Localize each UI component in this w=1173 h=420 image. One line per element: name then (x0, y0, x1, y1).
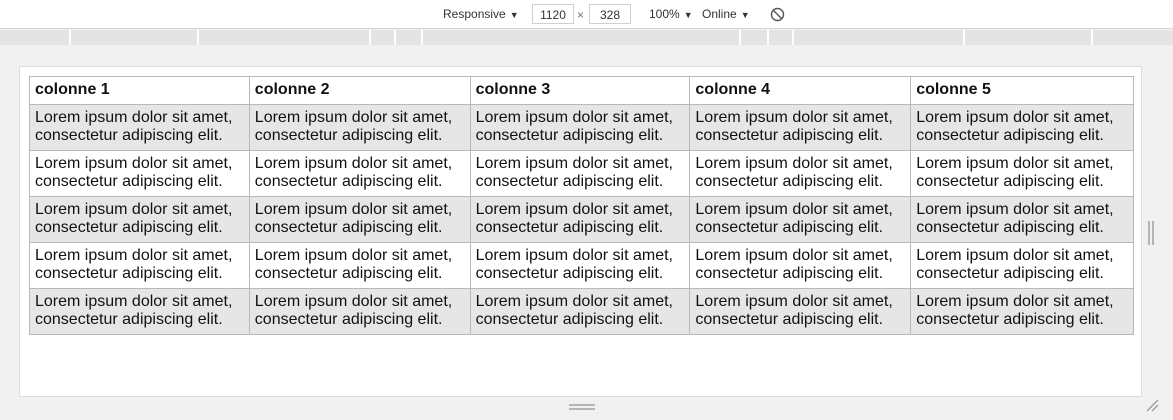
device-label: Responsive (443, 7, 506, 21)
table-cell: Lorem ipsum dolor sit amet, consectetur … (248, 196, 471, 243)
media-query-divider (69, 30, 71, 45)
table-cell: Lorem ipsum dolor sit amet, consectetur … (469, 150, 691, 197)
table-cell: Lorem ipsum dolor sit amet, consectetur … (29, 150, 250, 197)
table-row: Lorem ipsum dolor sit amet, consectetur … (29, 150, 1134, 197)
width-input[interactable]: 1120 (532, 4, 574, 24)
table-cell: Lorem ipsum dolor sit amet, consectetur … (469, 104, 691, 151)
table-cell: Lorem ipsum dolor sit amet, consectetur … (469, 242, 691, 289)
table-cell: Lorem ipsum dolor sit amet, consectetur … (29, 104, 250, 151)
table-cell: Lorem ipsum dolor sit amet, consectetur … (689, 104, 912, 151)
chevron-down-icon: ▼ (740, 10, 750, 20)
table-cell: Lorem ipsum dolor sit amet, consectetur … (689, 196, 912, 243)
media-query-divider (394, 30, 396, 45)
corner-resize-icon[interactable] (1145, 398, 1159, 412)
media-query-divider (197, 30, 199, 45)
table-cell: Lorem ipsum dolor sit amet, consectetur … (29, 196, 250, 243)
table-row: Lorem ipsum dolor sit amet, consectetur … (29, 242, 1134, 289)
media-query-divider (739, 30, 741, 45)
media-query-divider (369, 30, 371, 45)
times-separator: × (577, 8, 585, 22)
table-row: Lorem ipsum dolor sit amet, consectetur … (29, 288, 1134, 335)
rotate-icon[interactable] (770, 7, 785, 22)
media-query-divider (792, 30, 794, 45)
table-row: Lorem ipsum dolor sit amet, consectetur … (29, 196, 1134, 243)
chevron-down-icon: ▼ (683, 10, 693, 20)
table-cell: Lorem ipsum dolor sit amet, consectetur … (910, 242, 1134, 289)
chevron-down-icon: ▼ (509, 10, 519, 20)
resize-handle-icon[interactable] (1148, 221, 1154, 245)
table-cell: Lorem ipsum dolor sit amet, consectetur … (469, 196, 691, 243)
media-query-divider (421, 30, 423, 45)
zoom-select[interactable]: 100% ▼ (649, 0, 693, 29)
table-cell: Lorem ipsum dolor sit amet, consectetur … (910, 150, 1134, 197)
table-cell: Lorem ipsum dolor sit amet, consectetur … (248, 288, 471, 335)
table-cell: Lorem ipsum dolor sit amet, consectetur … (689, 150, 912, 197)
table-cell: Lorem ipsum dolor sit amet, consectetur … (248, 104, 471, 151)
media-query-divider (767, 30, 769, 45)
zoom-label: 100% (649, 7, 680, 21)
table-cell: Lorem ipsum dolor sit amet, consectetur … (910, 104, 1134, 151)
table-cell: Lorem ipsum dolor sit amet, consectetur … (29, 288, 250, 335)
table-cell: Lorem ipsum dolor sit amet, consectetur … (689, 242, 912, 289)
table-cell: Lorem ipsum dolor sit amet, consectetur … (910, 196, 1134, 243)
media-query-bar[interactable] (0, 30, 1173, 45)
resize-handle-icon[interactable] (569, 404, 595, 410)
table-cell: Lorem ipsum dolor sit amet, consectetur … (248, 242, 471, 289)
column-header: colonne 4 (689, 76, 912, 105)
column-header: colonne 5 (910, 76, 1134, 105)
media-query-divider (963, 30, 965, 45)
table-cell: Lorem ipsum dolor sit amet, consectetur … (910, 288, 1134, 335)
table-cell: Lorem ipsum dolor sit amet, consectetur … (689, 288, 912, 335)
table-cell: Lorem ipsum dolor sit amet, consectetur … (29, 242, 250, 289)
device-toolbar: Responsive ▼ 1120 × 328 100% ▼ Online ▼ (0, 0, 1173, 29)
table-cell: Lorem ipsum dolor sit amet, consectetur … (248, 150, 471, 197)
column-header: colonne 1 (29, 76, 250, 105)
network-label: Online (702, 7, 737, 21)
table-cell: Lorem ipsum dolor sit amet, consectetur … (469, 288, 691, 335)
table-row: Lorem ipsum dolor sit amet, consectetur … (29, 104, 1134, 151)
column-header: colonne 2 (248, 76, 471, 105)
media-query-divider (1091, 30, 1093, 45)
device-viewport: colonne 1 colonne 2 colonne 3 colonne 4 … (20, 67, 1141, 396)
data-table: colonne 1 colonne 2 colonne 3 colonne 4 … (29, 76, 1134, 335)
height-input[interactable]: 328 (589, 4, 631, 24)
column-header: colonne 3 (469, 76, 691, 105)
device-select[interactable]: Responsive ▼ (443, 0, 519, 29)
table-header-row: colonne 1 colonne 2 colonne 3 colonne 4 … (29, 76, 1134, 105)
network-throttle-select[interactable]: Online ▼ (702, 0, 750, 29)
